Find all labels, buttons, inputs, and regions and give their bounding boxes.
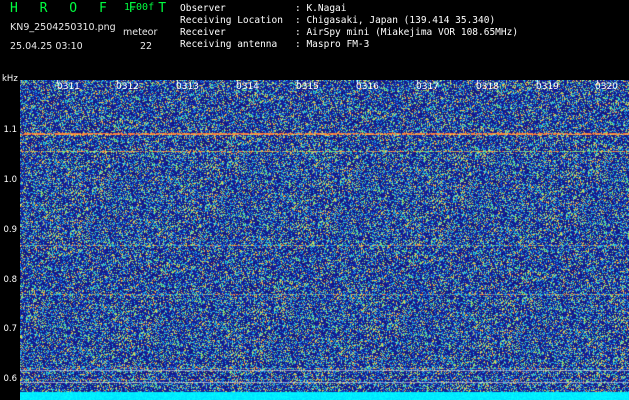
- y-tick-label: 1.1: [3, 125, 17, 135]
- info-value: : AirSpy mini (Miakejima VOR 108.65MHz): [295, 27, 519, 38]
- y-tick-label: 0.8: [3, 275, 17, 285]
- info-receiver: Receiver : AirSpy mini (Miakejima VOR 108…: [180, 27, 518, 39]
- x-tick-label: 0316: [356, 82, 379, 92]
- info-label: Receiver: [180, 27, 226, 38]
- header-panel: H R O F F T 1.00f KN9_2504250310.png 25.…: [0, 0, 629, 80]
- info-value: : K.Nagai: [295, 3, 347, 14]
- info-location: Receiving Location : Chigasaki, Japan (13…: [180, 15, 518, 27]
- x-tick-label: 0312: [116, 82, 139, 92]
- meteor-count: 22: [140, 41, 153, 52]
- y-tick-label: 0.9: [3, 225, 17, 235]
- y-tick-label: 1.0: [3, 175, 17, 185]
- meteor-label: meteor: [123, 27, 158, 38]
- info-antenna: Receiving antenna : Maspro FM-3: [180, 39, 518, 51]
- info-value: : Maspro FM-3: [295, 39, 370, 50]
- file-name: KN9_2504250310.png: [10, 22, 116, 33]
- date-time: 25.04.25 03:10: [10, 41, 83, 52]
- x-tick-label: 0311: [57, 82, 80, 92]
- x-tick-label: 0318: [476, 82, 499, 92]
- info-label: Receiving antenna: [180, 39, 278, 50]
- x-tick-label: 0315: [296, 82, 319, 92]
- spectrogram-canvas: [20, 80, 629, 400]
- y-axis-unit: kHz: [2, 74, 18, 84]
- info-value: : Chigasaki, Japan (139.414 35.340): [295, 15, 496, 26]
- info-label: Receiving Location: [180, 15, 283, 26]
- station-info: Observer : K.Nagai Receiving Location : Ch…: [180, 3, 518, 51]
- y-tick-label: 0.6: [3, 374, 17, 384]
- info-observer: Observer : K.Nagai: [180, 3, 518, 15]
- x-tick-label: 0320: [595, 82, 618, 92]
- version-label: 1.00f: [124, 2, 155, 13]
- x-tick-label: 0319: [536, 82, 559, 92]
- x-tick-label: 0317: [416, 82, 439, 92]
- x-tick-label: 0313: [176, 82, 199, 92]
- x-tick-label: 0314: [236, 82, 259, 92]
- y-tick-label: 0.7: [3, 324, 17, 334]
- info-label: Observer: [180, 3, 226, 14]
